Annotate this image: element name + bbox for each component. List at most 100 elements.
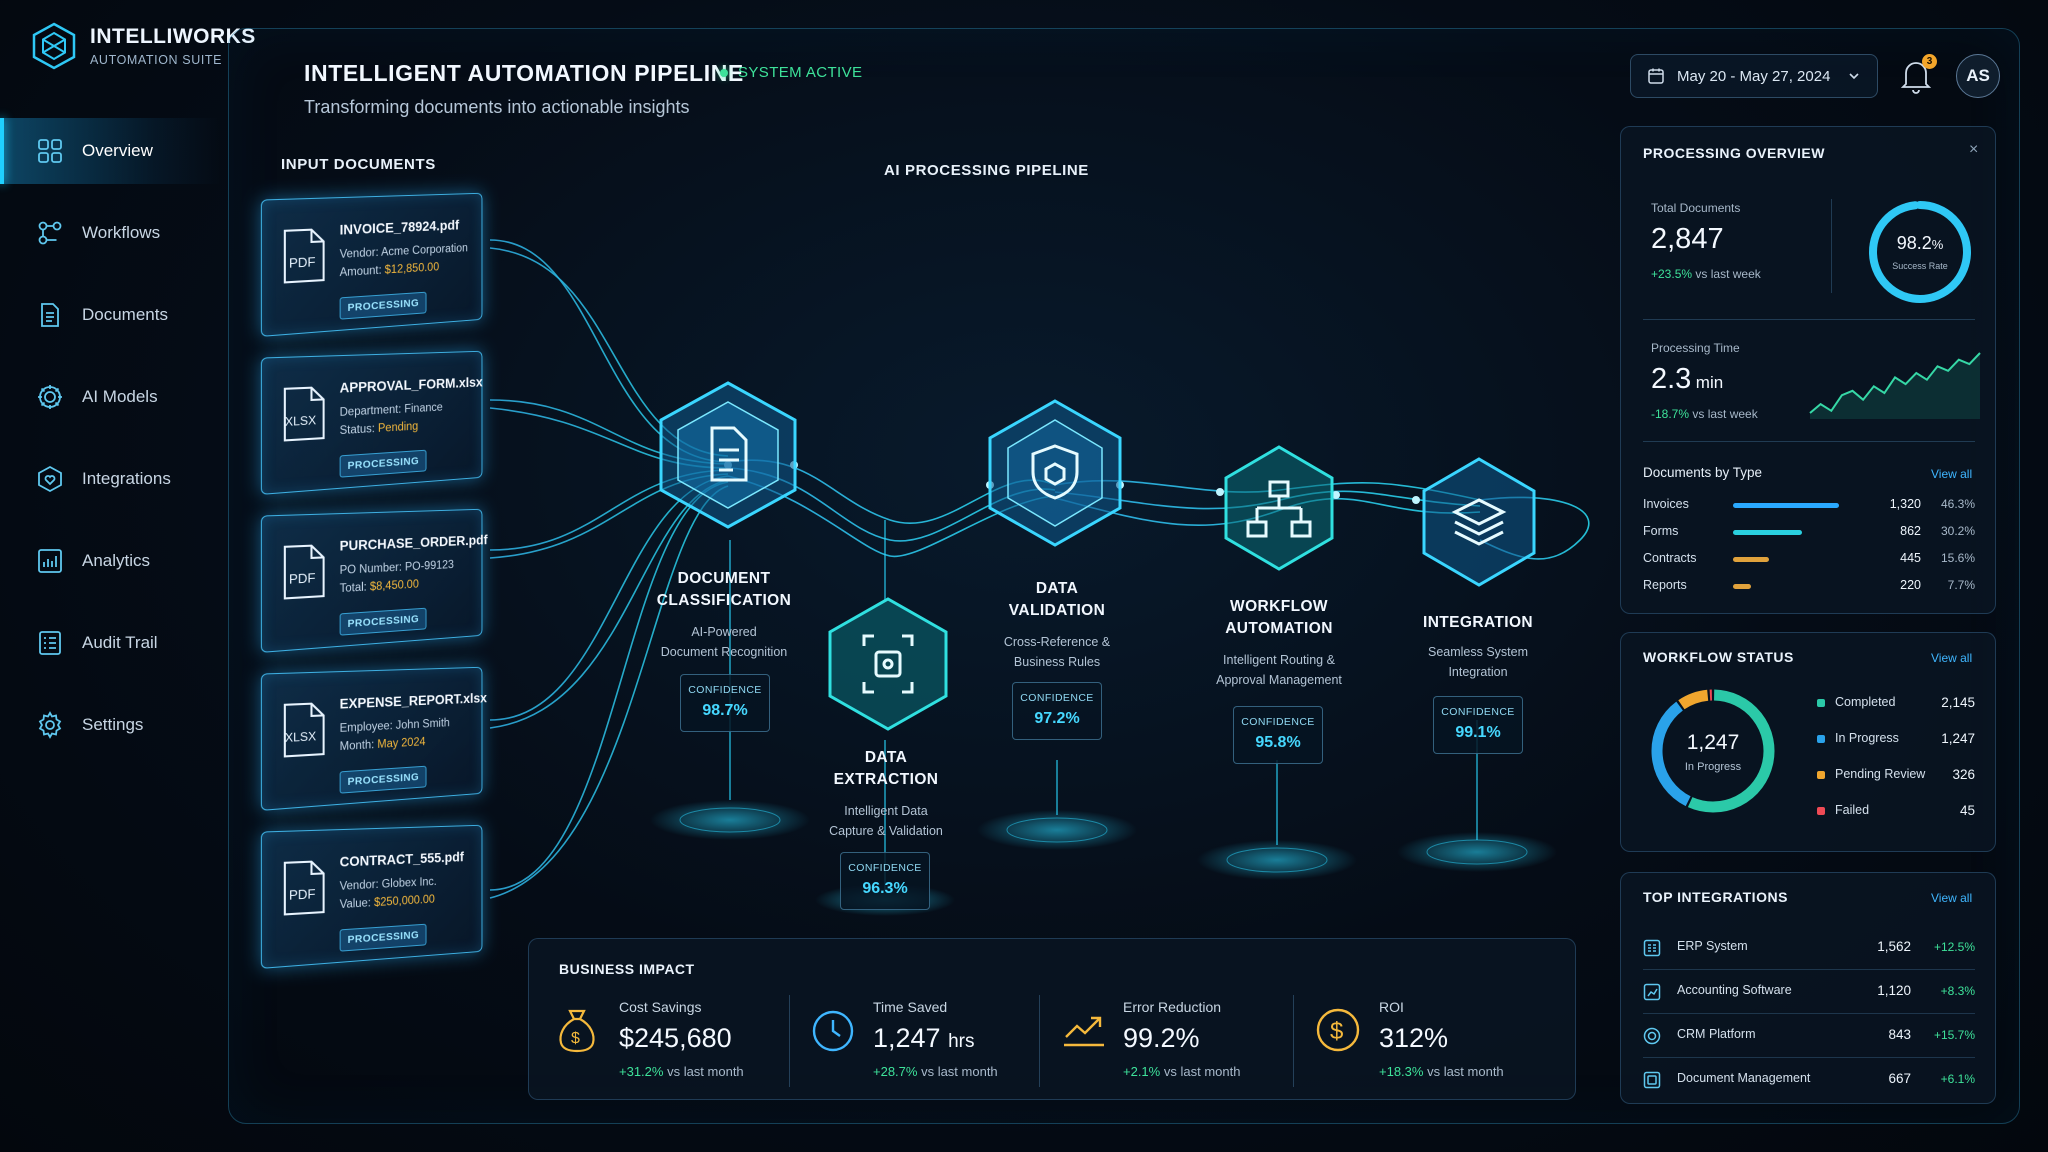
sidebar-item-label: Documents (82, 305, 168, 324)
sidebar-item-workflows[interactable]: Workflows (0, 200, 220, 266)
sidebar-item-documents[interactable]: Documents (0, 282, 220, 348)
document-detail: Total: $8,450.00 (339, 578, 419, 596)
type-label: Invoices (1643, 497, 1689, 511)
document-card[interactable]: PDF CONTRACT_555.pdf Vendor: Globex Inc.… (260, 824, 483, 969)
classification-hub[interactable] (656, 380, 800, 530)
document-name: CONTRACT_555.pdf (339, 849, 464, 870)
pdf-file-icon: PDF (283, 543, 326, 601)
divider (1643, 441, 1975, 442)
status-count: 2,145 (1941, 695, 1975, 710)
integration-delta: +8.3% (1940, 984, 1975, 998)
confidence-value: 97.2% (1034, 710, 1080, 727)
sidebar-item-integrations[interactable]: Integrations (0, 446, 220, 512)
integration-row[interactable]: CRM Platform 843 +15.7% (1621, 1013, 1997, 1057)
type-percent: 15.6% (1940, 551, 1975, 565)
document-card[interactable]: PDF INVOICE_78924.pdf Vendor: Acme Corpo… (260, 192, 483, 337)
svg-text:XLSX: XLSX (285, 729, 316, 745)
success-rate-value: 98.2% (1896, 233, 1944, 253)
type-count: 220 (1900, 578, 1921, 592)
document-detail: Amount: $12,850.00 (339, 261, 440, 280)
view-all-link[interactable]: View all (1931, 651, 1972, 665)
sidebar-item-overview[interactable]: Overview (0, 118, 220, 184)
workflow-icon (38, 221, 62, 245)
total-documents-label: Total Documents (1651, 201, 1741, 215)
status-badge: PROCESSING (339, 923, 427, 952)
sidebar-item-analytics[interactable]: Analytics (0, 528, 220, 594)
grid-icon (38, 139, 62, 163)
sidebar-item-label: Analytics (82, 551, 151, 570)
type-count: 1,320 (1889, 497, 1921, 511)
status-label: Completed (1835, 695, 1896, 709)
integration-count: 1,562 (1877, 939, 1911, 954)
type-count: 862 (1900, 524, 1921, 538)
pipeline-label: AI PROCESSING PIPELINE (884, 162, 1089, 179)
document-card[interactable]: XLSX APPROVAL_FORM.xlsx Department: Fina… (260, 350, 483, 495)
processing-time-delta: -18.7% vs last week (1651, 407, 1758, 421)
page-title: INTELLIGENT AUTOMATION PIPELINE (304, 60, 744, 86)
extraction-hub[interactable] (826, 596, 950, 732)
trend-up-icon (1064, 1016, 1104, 1047)
legend-swatch (1817, 735, 1825, 743)
total-documents-delta: +23.5% vs last week (1651, 267, 1761, 281)
list-icon (39, 631, 61, 655)
confidence-value: 96.3% (862, 880, 908, 897)
stage-integration: INTEGRATION Seamless System Integration (1378, 612, 1578, 682)
panel-title: TOP INTEGRATIONS (1643, 889, 1788, 905)
integration-name: CRM Platform (1677, 1027, 1756, 1041)
confidence-box: CONFIDENCE 97.2% (1012, 682, 1102, 740)
validation-hub[interactable] (986, 398, 1124, 548)
integration-row[interactable]: Document Management 667 +6.1% (1621, 1057, 1997, 1101)
sidebar-item-settings[interactable]: Settings (0, 692, 220, 758)
workflow-automation-hub[interactable] (1222, 444, 1336, 572)
sidebar-item-label: Overview (82, 141, 153, 160)
document-detail: Month: May 2024 (339, 736, 426, 754)
svg-text:PDF: PDF (289, 570, 316, 587)
legend-swatch (1817, 699, 1825, 707)
document-card[interactable]: XLSX EXPENSE_REPORT.xlsx Employee: John … (260, 666, 487, 811)
panel-title: BUSINESS IMPACT (559, 961, 695, 977)
avatar[interactable]: AS (1956, 54, 2000, 98)
type-bar (1733, 584, 1751, 589)
integration-row[interactable]: Accounting Software 1,120 +8.3% (1621, 969, 1997, 1013)
crm-icon (1643, 1027, 1661, 1045)
integration-row[interactable]: ERP System 1,562 +12.5% (1621, 925, 1997, 969)
impact-error-reduction: Error Reduction 99.2% +2.1% vs last mont… (1123, 999, 1241, 1079)
sidebar-item-label: Audit Trail (82, 633, 158, 652)
gear-icon (38, 711, 62, 739)
document-detail: PO Number: PO-99123 (339, 559, 454, 577)
view-all-link[interactable]: View all (1931, 467, 1972, 481)
legend-swatch (1817, 807, 1825, 815)
integration-delta: +6.1% (1940, 1072, 1975, 1086)
integration-hub[interactable] (1420, 456, 1538, 588)
document-name: INVOICE_78924.pdf (339, 217, 460, 238)
calendar-icon (1648, 68, 1664, 84)
document-detail: Employee: John Smith (339, 717, 450, 735)
stage-title: DOCUMENT CLASSIFICATION (656, 570, 792, 609)
business-impact-panel: BUSINESS IMPACT $ Cost Savings $245,680 … (528, 938, 1576, 1100)
type-label: Contracts (1643, 551, 1697, 565)
page-subtitle: Transforming documents into actionable i… (304, 97, 690, 117)
status-count: 45 (1959, 803, 1975, 818)
sidebar-item-ai-models[interactable]: AI Models (0, 364, 220, 430)
status-badge: PROCESSING (339, 607, 427, 636)
system-status-label: SYSTEM ACTIVE (738, 64, 863, 81)
type-bar (1733, 557, 1769, 562)
document-name: EXPENSE_REPORT.xlsx (339, 690, 487, 712)
money-bag-icon: $ (559, 1009, 595, 1053)
sidebar-item-label: Integrations (82, 469, 171, 488)
accounting-icon (1643, 983, 1661, 1001)
confidence-box: CONFIDENCE 98.7% (680, 674, 770, 732)
sidebar-item-audit-trail[interactable]: Audit Trail (0, 610, 220, 676)
stage-description: Intelligent Routing & Approval Management (1216, 653, 1342, 687)
close-icon[interactable]: × (1969, 141, 1978, 159)
system-status-badge: SYSTEM ACTIVE (720, 64, 862, 81)
status-badge: PROCESSING (339, 291, 427, 320)
svg-text:PDF: PDF (289, 254, 316, 271)
donut-segment (1678, 689, 1709, 710)
date-range-picker[interactable]: May 20 - May 27, 2024 (1630, 54, 1878, 98)
document-card[interactable]: PDF PURCHASE_ORDER.pdf PO Number: PO-991… (260, 508, 488, 653)
view-all-link[interactable]: View all (1931, 891, 1972, 905)
status-count: 1,247 (1941, 731, 1975, 746)
sidebar-item-label: Settings (82, 715, 144, 734)
document-detail: Vendor: Globex Inc. (339, 876, 437, 893)
